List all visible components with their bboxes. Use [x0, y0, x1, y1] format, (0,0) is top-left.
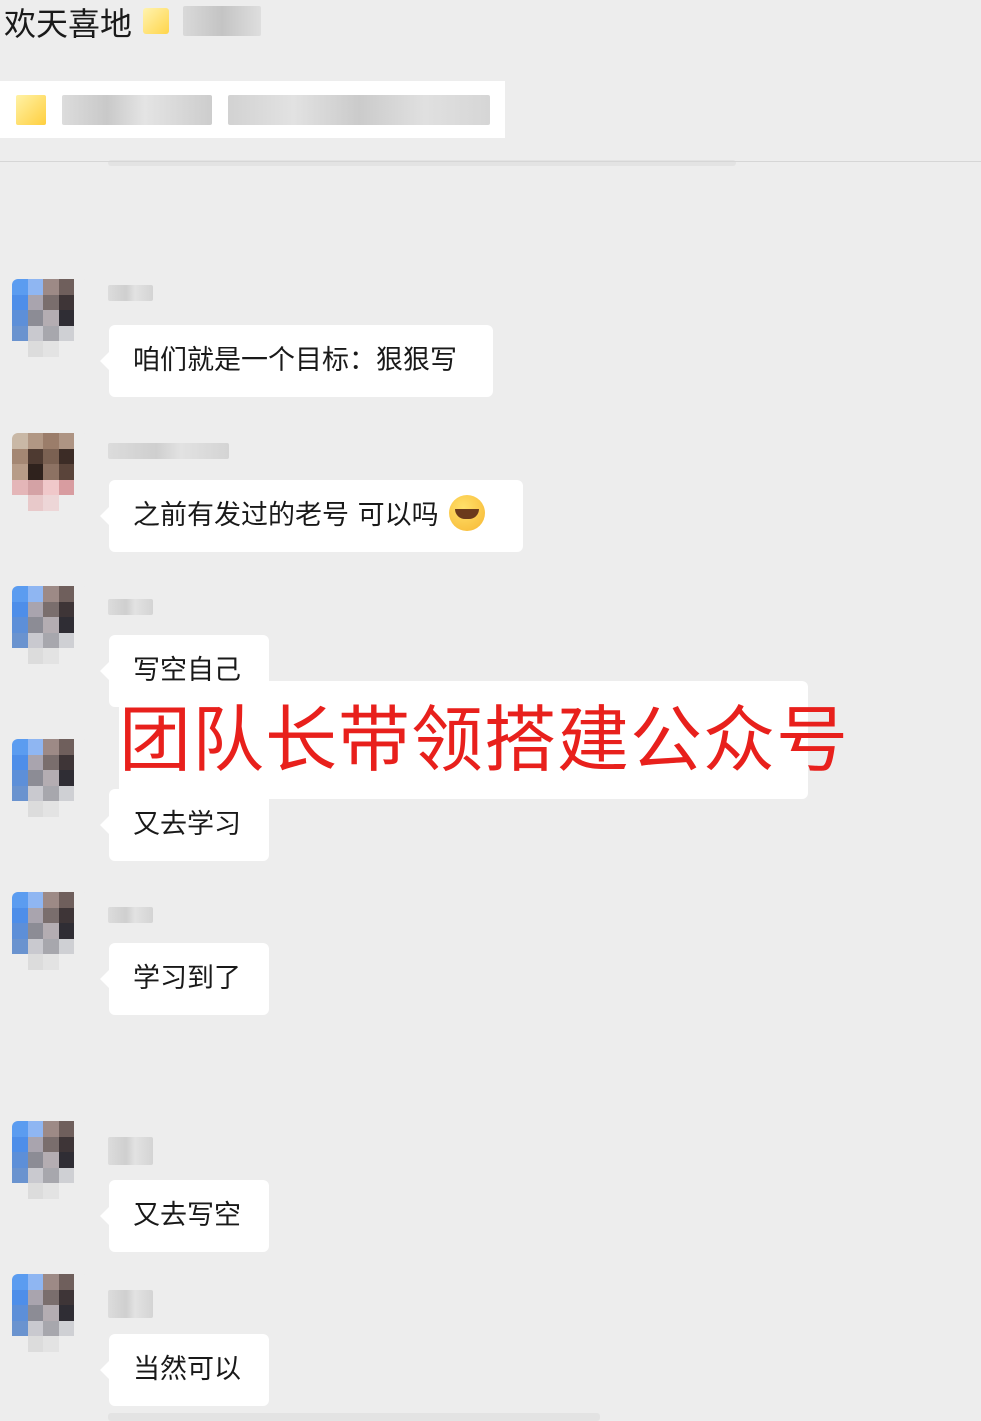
blurred-title-suffix — [183, 6, 261, 36]
overlay-caption: 团队长带领搭建公众号 — [119, 681, 848, 799]
avatar[interactable] — [12, 1274, 90, 1352]
avatar[interactable] — [12, 279, 90, 357]
divider — [0, 161, 981, 162]
message-text: 又去学习 — [133, 809, 241, 840]
avatar[interactable] — [12, 1121, 90, 1199]
avatar[interactable] — [12, 586, 90, 664]
sparkle-emoji-icon — [143, 8, 169, 34]
message-text: 又去写空 — [133, 1200, 241, 1231]
avatar[interactable] — [12, 892, 90, 970]
sender-name — [108, 907, 153, 923]
message-text: 学习到了 — [133, 963, 241, 994]
quote-emoji-icon — [16, 95, 46, 125]
group-name: 欢天喜地 — [4, 5, 133, 43]
message-bubble[interactable]: 学习到了 — [100, 943, 269, 1015]
sender-name — [108, 599, 153, 615]
bottom-shadow — [108, 1413, 600, 1421]
chat-title: 欢天喜地 — [4, 4, 132, 44]
sender-name — [108, 1290, 153, 1318]
message-text: 当然可以 — [133, 1354, 241, 1385]
sender-name — [108, 443, 229, 459]
avatar[interactable] — [12, 739, 90, 817]
message-bubble[interactable]: 之前有发过的老号 可以吗 — [100, 480, 523, 552]
quote-blurred-text — [62, 95, 212, 125]
sender-name — [108, 1137, 153, 1165]
quoted-message-card[interactable] — [0, 81, 505, 138]
quote-blurred-text-2 — [228, 95, 490, 125]
message-bubble[interactable]: 当然可以 — [100, 1334, 269, 1406]
crying-laughing-emoji-icon — [448, 495, 485, 531]
message-bubble[interactable]: 咱们就是一个目标：狠狠写 — [100, 325, 493, 397]
message-text: 之前有发过的老号 可以吗 — [133, 500, 439, 531]
message-bubble[interactable]: 又去写空 — [100, 1180, 269, 1252]
overlay-caption-text: 团队长带领搭建公众号 — [119, 698, 850, 782]
sender-name — [108, 285, 153, 301]
avatar[interactable] — [12, 433, 90, 511]
message-bubble[interactable]: 又去学习 — [100, 789, 269, 861]
message-text: 咱们就是一个目标：狠狠写 — [133, 345, 457, 376]
